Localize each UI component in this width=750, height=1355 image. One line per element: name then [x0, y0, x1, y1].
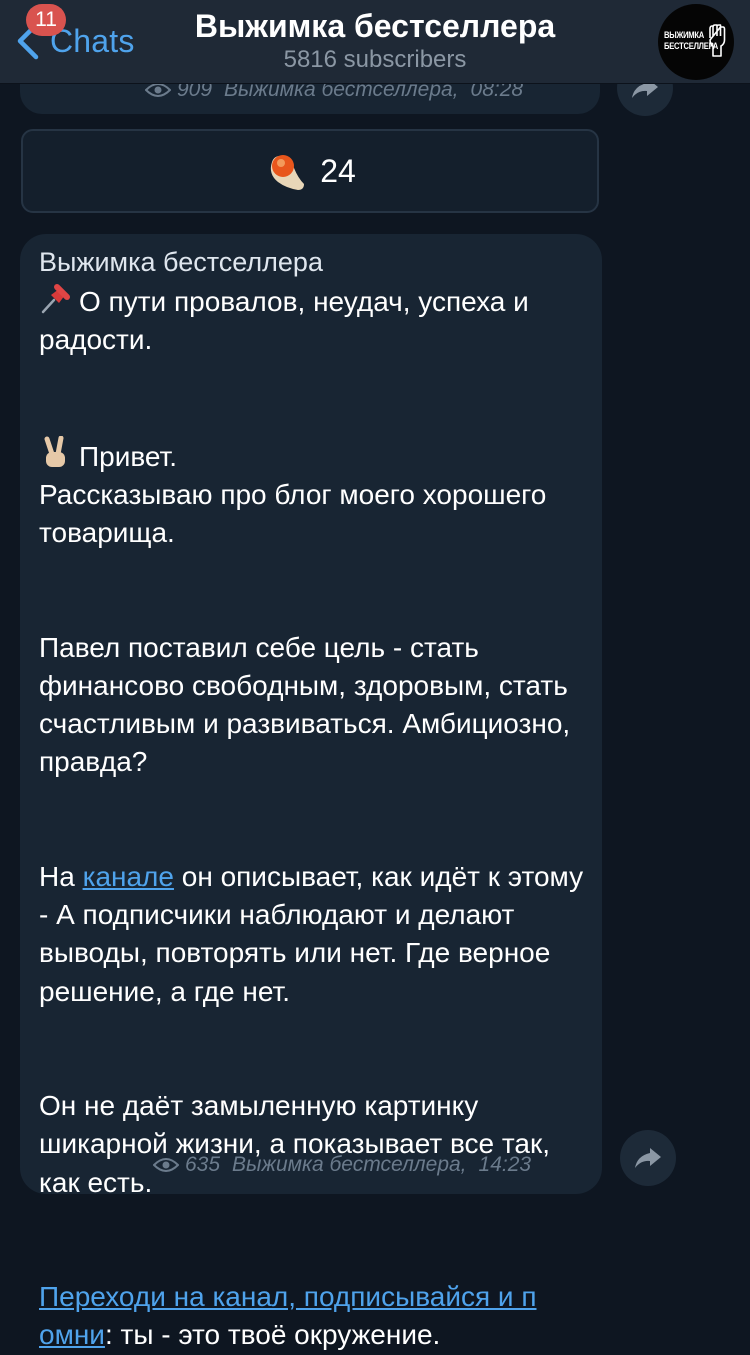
post-paragraph-2: Рассказываю про блог моего хорошего това… [39, 478, 555, 549]
channel-post-bubble: Выжимка бестселлера О пути провалов, неу… [20, 234, 602, 1350]
victory-hand-icon [44, 435, 65, 467]
avatar-logo-text: ВЫЖИМКА БЕСТСЕЛЛЕРА [664, 30, 719, 52]
post-paragraph-6-post: : ты - это твоё окружение. [104, 1319, 441, 1351]
post-share-button[interactable] [620, 1130, 676, 1186]
channel-title[interactable]: Выжимка бестселлера [0, 8, 750, 45]
channel-link[interactable]: канале [83, 861, 174, 892]
post-text: О пути провалов, неудач, успеха и радост… [39, 281, 595, 1355]
subscribe-link-line-1[interactable]: Переходи на канал, подписывайся и п [39, 1281, 537, 1312]
post-author: Выжимка бестселлера [39, 247, 323, 277]
subscriber-count: 5816 subscribers [283, 46, 467, 73]
pushpin-icon [41, 284, 70, 314]
post-time: 14:23 [478, 1153, 532, 1176]
reaction-count: 24 [320, 152, 356, 189]
raised-fist-icon [709, 24, 726, 57]
share-icon [635, 1148, 661, 1168]
post-paragraph-5: Он не даёт замыленную картинку шикарной … [39, 1090, 558, 1198]
chat-header: Chats 11 Выжимка бестселлера 5816 subscr… [0, 0, 750, 84]
post-paragraph-1: О пути провалов, неудач, успеха и радост… [39, 286, 537, 356]
post-meta: 635 Выжимка бестселлера, 14:23 [153, 1153, 531, 1177]
post-paragraph-4-pre: На [39, 860, 83, 892]
channel-avatar[interactable]: ВЫЖИМКА БЕСТСЕЛЛЕРА [658, 4, 734, 80]
subscribe-link-line-2[interactable]: омни [39, 1319, 105, 1350]
eye-icon [153, 1158, 179, 1172]
eye-icon [145, 83, 171, 97]
fire-reaction-icon [271, 155, 305, 190]
post-author-meta: Выжимка бестселлера, [232, 1153, 467, 1176]
reaction-button[interactable]: 24 [21, 129, 599, 213]
view-count: 635 [185, 1153, 221, 1176]
post-paragraph-3: Павел поставил себе цель - стать финансо… [39, 631, 578, 778]
post-greeting: Привет. [79, 440, 178, 472]
